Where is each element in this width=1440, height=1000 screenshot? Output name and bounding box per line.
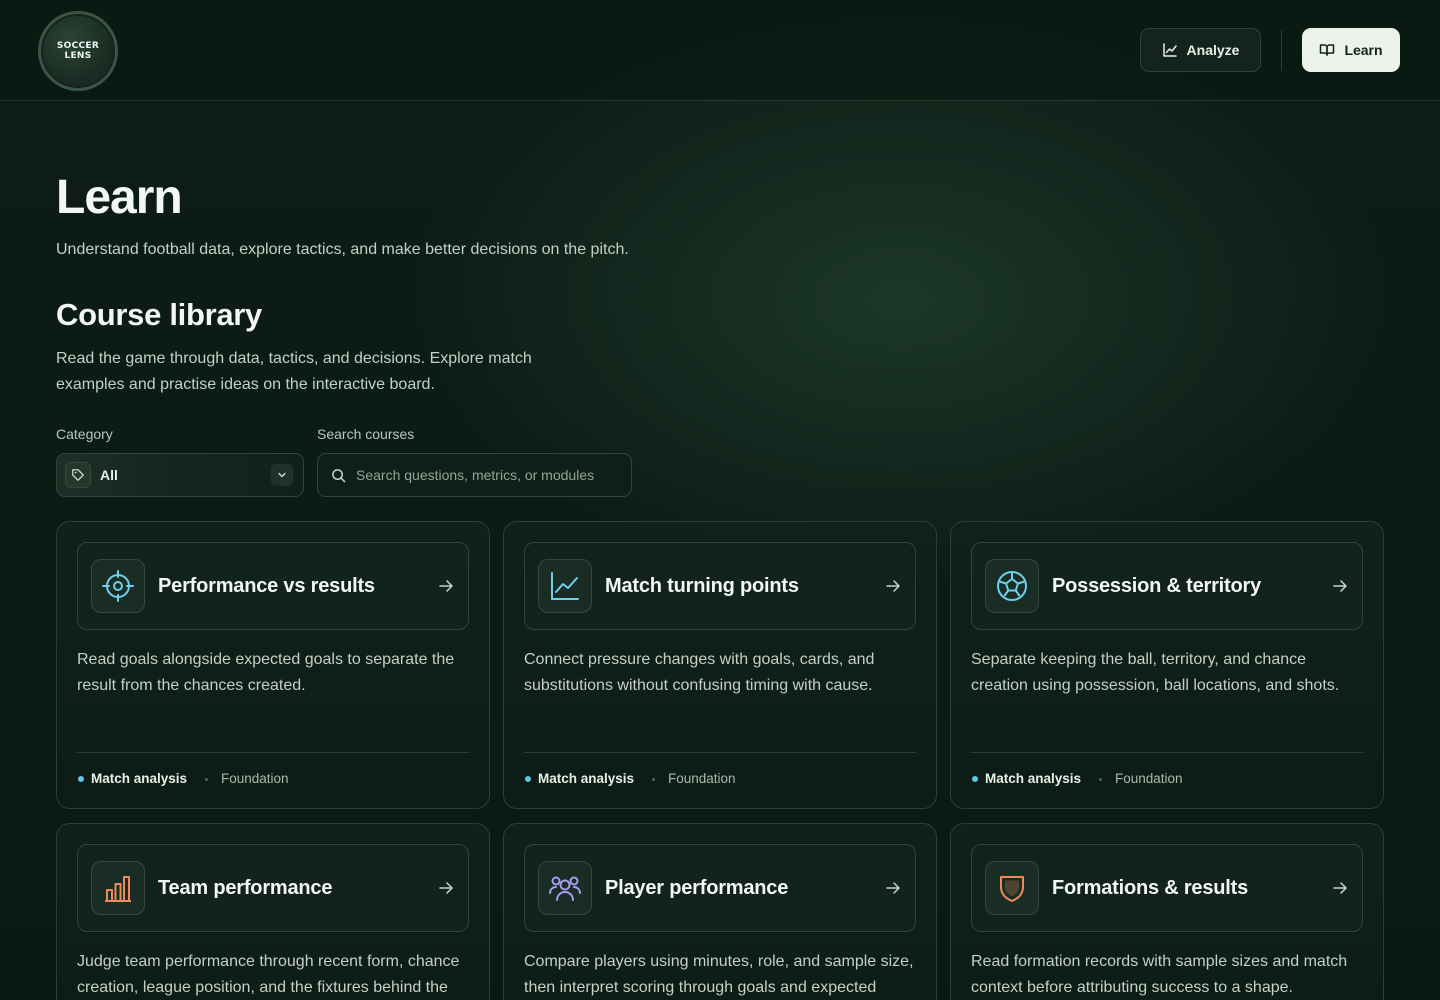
course-card-possession-territory[interactable]: Possession & territory Separate keeping … [950, 521, 1384, 809]
trend-chart-icon [538, 559, 592, 613]
top-header: SOCCER LENS Analyze Learn [0, 0, 1440, 101]
course-card-title: Team performance [158, 877, 333, 899]
learn-nav-label: Learn [1344, 42, 1383, 58]
page-title: Learn [56, 171, 183, 224]
tag-icon [65, 462, 91, 488]
arrow-right-icon [1332, 578, 1348, 599]
arrow-right-icon [438, 578, 454, 599]
search-icon [331, 468, 346, 488]
course-card-header[interactable]: Team performance [77, 844, 469, 932]
course-level-tag: Foundation [221, 771, 289, 786]
category-select[interactable]: All [56, 453, 304, 497]
course-card-description: Connect pressure changes with goals, car… [524, 651, 875, 694]
course-card-header[interactable]: Possession & territory [971, 542, 1363, 630]
category-label: Category [56, 426, 113, 442]
course-card-description: Compare players using minutes, role, and… [524, 953, 914, 996]
course-card-description: Read goals alongside expected goals to s… [77, 651, 455, 694]
course-card-header[interactable]: Match turning points [524, 542, 916, 630]
course-card-team-performance[interactable]: Team performance Judge team performance … [56, 823, 490, 1000]
category-dot [972, 776, 978, 782]
bar-chart-icon [91, 861, 145, 915]
chevron-down-icon [271, 464, 293, 486]
course-card-player-performance[interactable]: Player performance Compare players using… [503, 823, 937, 1000]
course-card-title: Match turning points [605, 575, 799, 597]
course-level-tag: Foundation [668, 771, 736, 786]
search-label: Search courses [317, 426, 415, 442]
course-card-header[interactable]: Formations & results [971, 844, 1363, 932]
course-card-description: Judge team performance through recent fo… [77, 953, 460, 996]
course-card-description: Separate keeping the ball, territory, an… [971, 651, 1340, 694]
course-category-tag: Match analysis [985, 771, 1082, 786]
tag-separator [205, 778, 208, 781]
course-card-title: Formations & results [1052, 877, 1249, 899]
course-category-tag: Match analysis [91, 771, 188, 786]
category-select-value: All [100, 467, 118, 483]
course-card-footer: Match analysis Foundation [971, 752, 1363, 808]
tag-separator [1099, 778, 1102, 781]
arrow-right-icon [438, 880, 454, 901]
line-chart-icon [1162, 42, 1178, 58]
course-level-tag: Foundation [1115, 771, 1183, 786]
category-dot [78, 776, 84, 782]
course-library-title: Course library [56, 297, 262, 332]
course-card-match-turning-points[interactable]: Match turning points Connect pressure ch… [503, 521, 937, 809]
target-icon [91, 559, 145, 613]
search-input[interactable] [356, 454, 626, 496]
search-field [317, 453, 632, 497]
page-subtitle: Understand football data, explore tactic… [56, 241, 629, 258]
course-category-tag: Match analysis [538, 771, 635, 786]
course-card-title: Possession & territory [1052, 575, 1262, 597]
course-card-title: Player performance [605, 877, 789, 899]
course-library-description: Read the game through data, tactics, and… [56, 350, 532, 393]
analyze-nav-button[interactable]: Analyze [1140, 28, 1261, 72]
course-card-header[interactable]: Player performance [524, 844, 916, 932]
arrow-right-icon [1332, 880, 1348, 901]
category-dot [525, 776, 531, 782]
learn-nav-button[interactable]: Learn [1302, 28, 1400, 72]
course-card-description: Read formation records with sample sizes… [971, 953, 1348, 996]
book-icon [1319, 42, 1335, 58]
course-card-footer: Match analysis Foundation [524, 752, 916, 808]
analyze-nav-label: Analyze [1186, 42, 1240, 58]
logo-text-line2: LENS [64, 51, 92, 61]
logo-text-line1: SOCCER [56, 41, 100, 51]
course-card-title: Performance vs results [158, 575, 375, 597]
soccer-lens-logo[interactable]: SOCCER LENS [38, 11, 118, 91]
shield-icon [985, 861, 1039, 915]
tag-separator [652, 778, 655, 781]
course-card-formations-results[interactable]: Formations & results Read formation reco… [950, 823, 1384, 1000]
arrow-right-icon [885, 880, 901, 901]
soccer-ball-icon [985, 559, 1039, 613]
players-icon [538, 861, 592, 915]
arrow-right-icon [885, 578, 901, 599]
course-card-performance-vs-results[interactable]: Performance vs results Read goals alongs… [56, 521, 490, 809]
nav-divider [1281, 30, 1282, 71]
course-card-footer: Match analysis Foundation [77, 752, 469, 808]
course-card-header[interactable]: Performance vs results [77, 542, 469, 630]
